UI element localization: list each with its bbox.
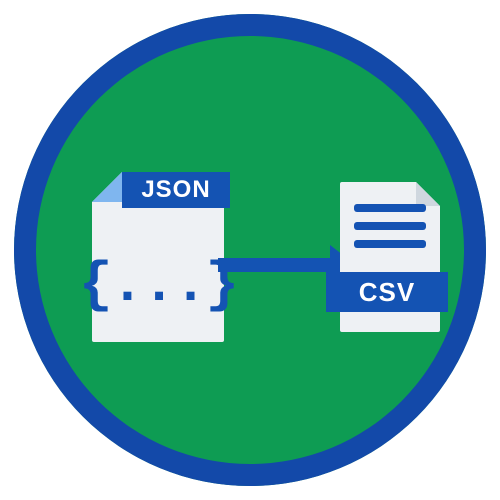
json-braces-icon: {...} [92, 227, 224, 342]
json-file-icon: JSON {...} [92, 172, 224, 342]
circular-badge: JSON {...} CSV [14, 14, 486, 486]
csv-lines-icon [354, 204, 426, 258]
csv-fold-icon [416, 182, 440, 206]
json-format-label: JSON [122, 172, 230, 208]
diagram-stage: JSON {...} CSV [0, 0, 500, 500]
badge-content: JSON {...} CSV [14, 14, 486, 486]
arrow-right-icon [218, 258, 334, 272]
json-fold-icon [92, 172, 122, 202]
csv-file-icon: CSV [340, 182, 440, 332]
csv-format-label: CSV [326, 272, 448, 312]
